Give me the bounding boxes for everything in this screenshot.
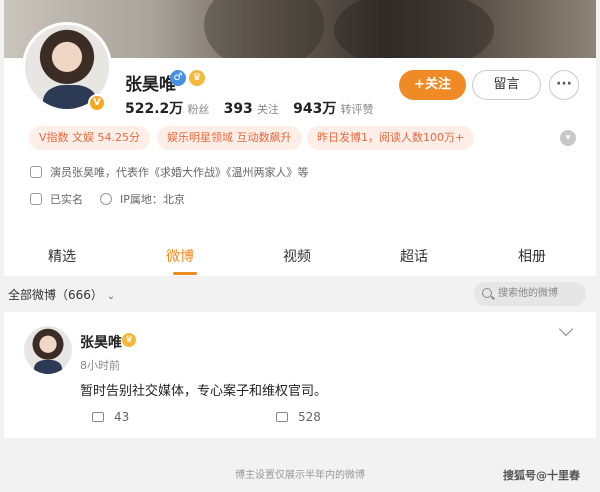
- interactions-label: 转评赞: [340, 103, 374, 116]
- expand-icon[interactable]: ▾: [560, 130, 576, 146]
- post-filter-bar: 全部微博（666） ⌄ 搜索他的微博: [4, 280, 596, 310]
- ip-text: IP属地：北京: [120, 193, 185, 206]
- chevron-down-icon[interactable]: [558, 321, 574, 337]
- tab-weibo[interactable]: 微博: [166, 246, 194, 266]
- search-posts-input[interactable]: 搜索他的微博: [474, 282, 586, 306]
- comment-icon: [276, 412, 288, 422]
- watermark: 搜狐号@十里春: [503, 469, 580, 482]
- crown-icon: ♛: [122, 333, 136, 347]
- banner-shape: [334, 0, 494, 58]
- profile-card: V 张昊唯 ♂ ♛ 522.2万 粉丝 393 关注 943万 转评赞 +关注 …: [4, 22, 596, 276]
- repost-button[interactable]: 43: [92, 410, 129, 424]
- shield-icon: [30, 166, 42, 178]
- verified-badge-icon: V: [88, 94, 106, 112]
- followers-count[interactable]: 522.2万: [125, 101, 183, 117]
- location-icon: [100, 193, 112, 205]
- message-button[interactable]: 留言: [472, 70, 541, 100]
- activity-tag[interactable]: 昨日发博1，阅读人数100万+: [307, 126, 475, 150]
- more-options-button[interactable]: ···: [549, 70, 579, 100]
- repost-count: 43: [114, 410, 130, 424]
- ip-row: IP属地：北京: [100, 191, 185, 207]
- chevron-down-icon: ⌄: [106, 291, 116, 302]
- share-icon: [92, 412, 104, 422]
- male-gender-icon: ♂: [170, 70, 186, 86]
- post-avatar[interactable]: [24, 326, 72, 374]
- tab-super-topic[interactable]: 超话: [400, 246, 428, 266]
- v-index-tag[interactable]: V指数 文娱 54.25分: [29, 126, 151, 150]
- id-card-icon: [30, 193, 42, 205]
- following-count[interactable]: 393: [224, 101, 253, 117]
- followers-label: 粉丝: [187, 103, 210, 116]
- active-tab-indicator: [173, 272, 197, 275]
- comment-count: 528: [298, 410, 321, 424]
- post-time[interactable]: 8小时前: [80, 357, 120, 373]
- comment-button[interactable]: 528: [276, 410, 321, 424]
- verified-name-text: 已实名: [50, 193, 83, 206]
- crown-icon: ♛: [189, 70, 205, 86]
- interactions-count: 943万: [293, 101, 337, 117]
- verified-row: 已实名: [30, 191, 83, 207]
- profile-name: 张昊唯: [125, 75, 176, 95]
- bio-text: 演员张昊唯，代表作《求婚大作战》《温州两家人》等: [50, 166, 309, 179]
- search-placeholder: 搜索他的微博: [498, 288, 558, 299]
- follow-button[interactable]: +关注: [399, 70, 466, 100]
- bio-row: 演员张昊唯，代表作《求婚大作战》《温州两家人》等: [30, 164, 309, 180]
- all-posts-filter[interactable]: 全部微博（666） ⌄: [8, 286, 115, 303]
- following-label: 关注: [256, 103, 279, 116]
- post-card: 张昊唯 ♛ 8小时前 暂时告别社交媒体，专心案子和维权官司。 43 528: [4, 312, 596, 438]
- post-author[interactable]: 张昊唯: [80, 332, 122, 352]
- domain-tag[interactable]: 娱乐明星领域 互动数飙升: [157, 126, 302, 150]
- post-content: 暂时告别社交媒体，专心案子和维权官司。: [80, 384, 328, 399]
- profile-tabs: 精选 微博 视频 超话 相册: [4, 236, 596, 276]
- banner-shape: [204, 0, 324, 58]
- tab-album[interactable]: 相册: [518, 246, 546, 266]
- profile-stats: 522.2万 粉丝 393 关注 943万 转评赞: [125, 98, 383, 118]
- search-icon: [482, 288, 492, 298]
- tab-video[interactable]: 视频: [283, 246, 311, 266]
- tab-featured[interactable]: 精选: [48, 246, 76, 266]
